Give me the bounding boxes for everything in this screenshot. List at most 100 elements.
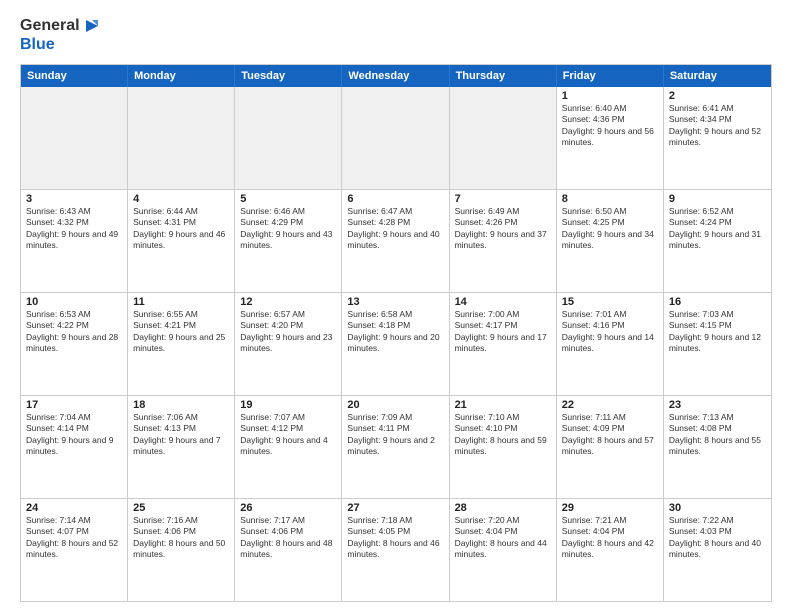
calendar-row-5: 24Sunrise: 7:14 AM Sunset: 4:07 PM Dayli… bbox=[21, 498, 771, 601]
day-header-monday: Monday bbox=[128, 65, 235, 87]
cal-cell-4: 4Sunrise: 6:44 AM Sunset: 4:31 PM Daylig… bbox=[128, 190, 235, 292]
day-number: 6 bbox=[347, 193, 443, 205]
logo-blue: Blue bbox=[20, 36, 102, 54]
cal-cell-7: 7Sunrise: 6:49 AM Sunset: 4:26 PM Daylig… bbox=[450, 190, 557, 292]
day-number: 28 bbox=[455, 502, 551, 514]
cal-cell-9: 9Sunrise: 6:52 AM Sunset: 4:24 PM Daylig… bbox=[664, 190, 771, 292]
day-info: Sunrise: 7:07 AM Sunset: 4:12 PM Dayligh… bbox=[240, 412, 336, 458]
day-info: Sunrise: 7:09 AM Sunset: 4:11 PM Dayligh… bbox=[347, 412, 443, 458]
day-info: Sunrise: 7:14 AM Sunset: 4:07 PM Dayligh… bbox=[26, 515, 122, 561]
day-info: Sunrise: 6:55 AM Sunset: 4:21 PM Dayligh… bbox=[133, 309, 229, 355]
day-info: Sunrise: 6:58 AM Sunset: 4:18 PM Dayligh… bbox=[347, 309, 443, 355]
calendar-row-3: 10Sunrise: 6:53 AM Sunset: 4:22 PM Dayli… bbox=[21, 292, 771, 395]
day-number: 30 bbox=[669, 502, 766, 514]
cal-cell-empty-0-0 bbox=[21, 87, 128, 189]
day-number: 26 bbox=[240, 502, 336, 514]
day-number: 2 bbox=[669, 90, 766, 102]
day-info: Sunrise: 7:04 AM Sunset: 4:14 PM Dayligh… bbox=[26, 412, 122, 458]
cal-cell-empty-0-1 bbox=[128, 87, 235, 189]
cal-cell-30: 30Sunrise: 7:22 AM Sunset: 4:03 PM Dayli… bbox=[664, 499, 771, 601]
cal-cell-16: 16Sunrise: 7:03 AM Sunset: 4:15 PM Dayli… bbox=[664, 293, 771, 395]
day-info: Sunrise: 7:00 AM Sunset: 4:17 PM Dayligh… bbox=[455, 309, 551, 355]
day-number: 25 bbox=[133, 502, 229, 514]
day-info: Sunrise: 7:20 AM Sunset: 4:04 PM Dayligh… bbox=[455, 515, 551, 561]
cal-cell-15: 15Sunrise: 7:01 AM Sunset: 4:16 PM Dayli… bbox=[557, 293, 664, 395]
day-info: Sunrise: 6:43 AM Sunset: 4:32 PM Dayligh… bbox=[26, 206, 122, 252]
cal-cell-28: 28Sunrise: 7:20 AM Sunset: 4:04 PM Dayli… bbox=[450, 499, 557, 601]
day-number: 19 bbox=[240, 399, 336, 411]
cal-cell-empty-0-2 bbox=[235, 87, 342, 189]
day-number: 18 bbox=[133, 399, 229, 411]
day-info: Sunrise: 6:46 AM Sunset: 4:29 PM Dayligh… bbox=[240, 206, 336, 252]
logo: General Blue bbox=[20, 16, 102, 54]
cal-cell-21: 21Sunrise: 7:10 AM Sunset: 4:10 PM Dayli… bbox=[450, 396, 557, 498]
day-number: 29 bbox=[562, 502, 658, 514]
day-number: 3 bbox=[26, 193, 122, 205]
day-info: Sunrise: 6:41 AM Sunset: 4:34 PM Dayligh… bbox=[669, 103, 766, 149]
day-info: Sunrise: 7:22 AM Sunset: 4:03 PM Dayligh… bbox=[669, 515, 766, 561]
day-number: 24 bbox=[26, 502, 122, 514]
day-number: 27 bbox=[347, 502, 443, 514]
cal-cell-20: 20Sunrise: 7:09 AM Sunset: 4:11 PM Dayli… bbox=[342, 396, 449, 498]
cal-cell-29: 29Sunrise: 7:21 AM Sunset: 4:04 PM Dayli… bbox=[557, 499, 664, 601]
cal-cell-18: 18Sunrise: 7:06 AM Sunset: 4:13 PM Dayli… bbox=[128, 396, 235, 498]
logo-chevron-icon bbox=[82, 16, 102, 36]
day-info: Sunrise: 6:44 AM Sunset: 4:31 PM Dayligh… bbox=[133, 206, 229, 252]
day-info: Sunrise: 7:17 AM Sunset: 4:06 PM Dayligh… bbox=[240, 515, 336, 561]
calendar-row-2: 3Sunrise: 6:43 AM Sunset: 4:32 PM Daylig… bbox=[21, 189, 771, 292]
day-number: 10 bbox=[26, 296, 122, 308]
cal-cell-empty-0-3 bbox=[342, 87, 449, 189]
day-number: 4 bbox=[133, 193, 229, 205]
cal-cell-10: 10Sunrise: 6:53 AM Sunset: 4:22 PM Dayli… bbox=[21, 293, 128, 395]
day-info: Sunrise: 6:49 AM Sunset: 4:26 PM Dayligh… bbox=[455, 206, 551, 252]
cal-cell-25: 25Sunrise: 7:16 AM Sunset: 4:06 PM Dayli… bbox=[128, 499, 235, 601]
day-header-sunday: Sunday bbox=[21, 65, 128, 87]
cal-cell-19: 19Sunrise: 7:07 AM Sunset: 4:12 PM Dayli… bbox=[235, 396, 342, 498]
header: General Blue bbox=[20, 16, 772, 54]
day-info: Sunrise: 6:57 AM Sunset: 4:20 PM Dayligh… bbox=[240, 309, 336, 355]
day-number: 17 bbox=[26, 399, 122, 411]
cal-cell-5: 5Sunrise: 6:46 AM Sunset: 4:29 PM Daylig… bbox=[235, 190, 342, 292]
cal-cell-17: 17Sunrise: 7:04 AM Sunset: 4:14 PM Dayli… bbox=[21, 396, 128, 498]
day-info: Sunrise: 6:52 AM Sunset: 4:24 PM Dayligh… bbox=[669, 206, 766, 252]
day-info: Sunrise: 7:21 AM Sunset: 4:04 PM Dayligh… bbox=[562, 515, 658, 561]
day-number: 7 bbox=[455, 193, 551, 205]
calendar: SundayMondayTuesdayWednesdayThursdayFrid… bbox=[20, 64, 772, 602]
cal-cell-11: 11Sunrise: 6:55 AM Sunset: 4:21 PM Dayli… bbox=[128, 293, 235, 395]
day-number: 9 bbox=[669, 193, 766, 205]
day-info: Sunrise: 7:18 AM Sunset: 4:05 PM Dayligh… bbox=[347, 515, 443, 561]
day-info: Sunrise: 7:06 AM Sunset: 4:13 PM Dayligh… bbox=[133, 412, 229, 458]
day-info: Sunrise: 6:47 AM Sunset: 4:28 PM Dayligh… bbox=[347, 206, 443, 252]
logo-general: General bbox=[20, 17, 80, 35]
calendar-row-1: 1Sunrise: 6:40 AM Sunset: 4:36 PM Daylig… bbox=[21, 87, 771, 189]
cal-cell-27: 27Sunrise: 7:18 AM Sunset: 4:05 PM Dayli… bbox=[342, 499, 449, 601]
day-number: 16 bbox=[669, 296, 766, 308]
day-number: 15 bbox=[562, 296, 658, 308]
cal-cell-12: 12Sunrise: 6:57 AM Sunset: 4:20 PM Dayli… bbox=[235, 293, 342, 395]
cal-cell-24: 24Sunrise: 7:14 AM Sunset: 4:07 PM Dayli… bbox=[21, 499, 128, 601]
day-info: Sunrise: 7:10 AM Sunset: 4:10 PM Dayligh… bbox=[455, 412, 551, 458]
calendar-body: 1Sunrise: 6:40 AM Sunset: 4:36 PM Daylig… bbox=[21, 87, 771, 601]
cal-cell-6: 6Sunrise: 6:47 AM Sunset: 4:28 PM Daylig… bbox=[342, 190, 449, 292]
day-header-wednesday: Wednesday bbox=[342, 65, 449, 87]
calendar-header-row: SundayMondayTuesdayWednesdayThursdayFrid… bbox=[21, 65, 771, 87]
day-number: 11 bbox=[133, 296, 229, 308]
day-number: 13 bbox=[347, 296, 443, 308]
cal-cell-8: 8Sunrise: 6:50 AM Sunset: 4:25 PM Daylig… bbox=[557, 190, 664, 292]
cal-cell-2: 2Sunrise: 6:41 AM Sunset: 4:34 PM Daylig… bbox=[664, 87, 771, 189]
day-number: 20 bbox=[347, 399, 443, 411]
day-info: Sunrise: 7:01 AM Sunset: 4:16 PM Dayligh… bbox=[562, 309, 658, 355]
cal-cell-13: 13Sunrise: 6:58 AM Sunset: 4:18 PM Dayli… bbox=[342, 293, 449, 395]
calendar-row-4: 17Sunrise: 7:04 AM Sunset: 4:14 PM Dayli… bbox=[21, 395, 771, 498]
day-info: Sunrise: 7:11 AM Sunset: 4:09 PM Dayligh… bbox=[562, 412, 658, 458]
cal-cell-23: 23Sunrise: 7:13 AM Sunset: 4:08 PM Dayli… bbox=[664, 396, 771, 498]
day-info: Sunrise: 6:40 AM Sunset: 4:36 PM Dayligh… bbox=[562, 103, 658, 149]
day-info: Sunrise: 7:16 AM Sunset: 4:06 PM Dayligh… bbox=[133, 515, 229, 561]
day-header-tuesday: Tuesday bbox=[235, 65, 342, 87]
day-number: 8 bbox=[562, 193, 658, 205]
cal-cell-1: 1Sunrise: 6:40 AM Sunset: 4:36 PM Daylig… bbox=[557, 87, 664, 189]
cal-cell-22: 22Sunrise: 7:11 AM Sunset: 4:09 PM Dayli… bbox=[557, 396, 664, 498]
day-number: 23 bbox=[669, 399, 766, 411]
cal-cell-14: 14Sunrise: 7:00 AM Sunset: 4:17 PM Dayli… bbox=[450, 293, 557, 395]
day-header-friday: Friday bbox=[557, 65, 664, 87]
